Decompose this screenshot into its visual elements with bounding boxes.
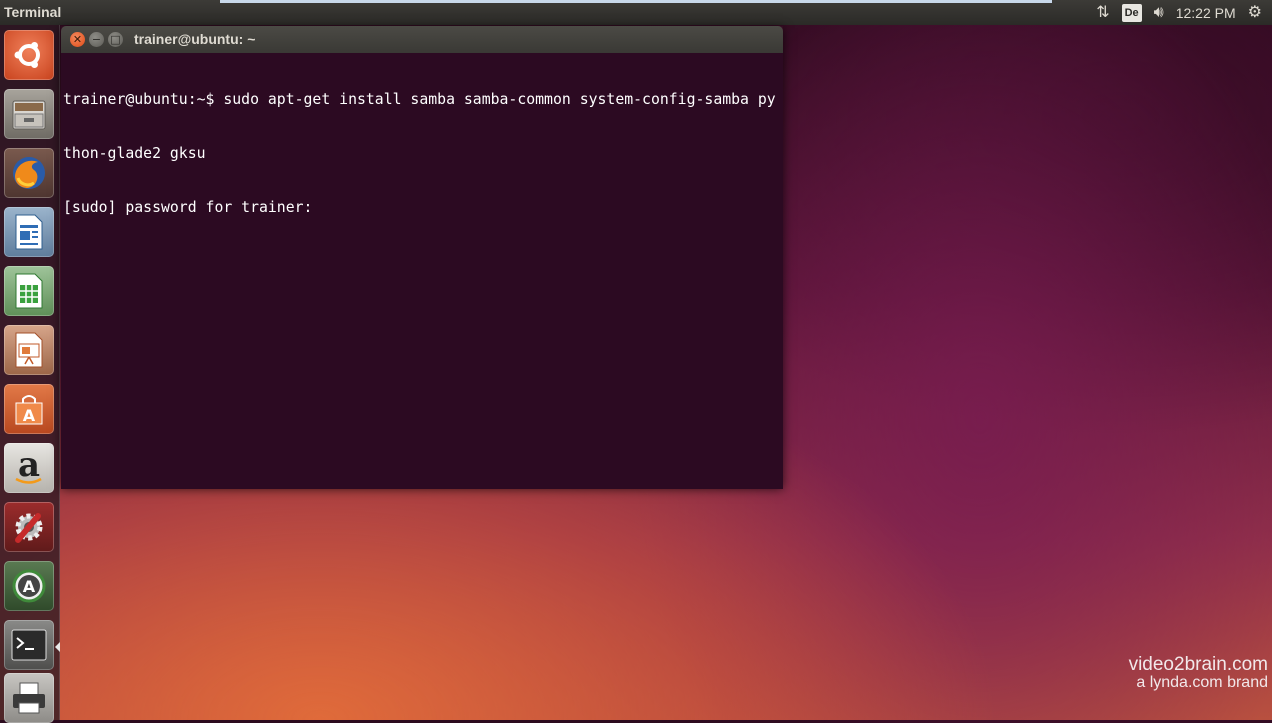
drawer-icon — [12, 100, 46, 130]
active-app-pip — [55, 642, 60, 652]
libreoffice-impress-icon[interactable] — [4, 325, 54, 375]
dash-ubuntu-icon[interactable] — [4, 30, 54, 80]
terminal-output[interactable]: trainer@ubuntu:~$ sudo apt-get install s… — [61, 53, 783, 489]
gear-icon[interactable]: ⚙ — [1248, 0, 1262, 25]
indicator-tray: ⇅ De 🔊︎ 12:22 PM ⚙ — [1096, 0, 1272, 25]
software-updater-icon[interactable]: A — [4, 561, 54, 611]
clock[interactable]: 12:22 PM — [1176, 5, 1236, 21]
terminal-line: thon-glade2 gksu — [63, 145, 206, 162]
impress-presentation-icon — [15, 332, 43, 368]
close-button[interactable]: ✕ — [70, 32, 85, 47]
firefox-icon[interactable] — [4, 148, 54, 198]
calc-spreadsheet-icon — [15, 273, 43, 309]
writer-document-icon — [15, 214, 43, 250]
terminal-screen-icon — [11, 629, 47, 661]
terminal-window: ✕ − □ trainer@ubuntu: ~ trainer@ubuntu:~… — [61, 26, 783, 489]
svg-text:A: A — [23, 577, 36, 596]
ubuntu-logo-icon — [14, 42, 40, 68]
printer-icon[interactable] — [4, 673, 54, 723]
files-icon[interactable] — [4, 89, 54, 139]
printer-shape-icon — [13, 682, 45, 714]
minimize-button[interactable]: − — [89, 32, 104, 47]
libreoffice-calc-icon[interactable] — [4, 266, 54, 316]
active-app-title[interactable]: Terminal — [4, 4, 61, 20]
terminal-titlebar[interactable]: ✕ − □ trainer@ubuntu: ~ — [61, 26, 783, 53]
terminal-title: trainer@ubuntu: ~ — [134, 31, 256, 47]
updater-circle-icon: A — [12, 569, 46, 603]
top-panel: Terminal ⇅ De 🔊︎ 12:22 PM ⚙ — [0, 0, 1272, 25]
keyboard-layout-icon[interactable]: De — [1121, 3, 1142, 22]
launcher: A a A — [0, 25, 60, 723]
system-settings-icon[interactable] — [4, 502, 54, 552]
settings-gear-wrench-icon — [15, 513, 43, 543]
terminal-icon[interactable] — [4, 620, 54, 670]
firefox-logo-icon — [13, 157, 45, 189]
network-arrows-icon[interactable]: ⇅ — [1096, 0, 1109, 25]
terminal-line: trainer@ubuntu:~$ sudo apt-get install s… — [63, 91, 776, 108]
libreoffice-writer-icon[interactable] — [4, 207, 54, 257]
shopping-bag-icon: A — [15, 395, 43, 425]
watermark-brand: video2brain.com — [1128, 654, 1268, 675]
top-highlight-bar — [220, 0, 1052, 3]
watermark: video2brain.com a lynda.com brand — [1129, 654, 1268, 692]
watermark-sub: a lynda.com brand — [1136, 674, 1268, 691]
maximize-button[interactable]: □ — [108, 32, 123, 47]
svg-text:A: A — [23, 406, 36, 425]
volume-icon[interactable]: 🔊︎ — [1154, 0, 1164, 25]
software-center-icon[interactable]: A — [4, 384, 54, 434]
amazon-smile-icon — [15, 477, 42, 484]
terminal-line: [sudo] password for trainer: — [63, 199, 322, 216]
amazon-icon[interactable]: a — [4, 443, 54, 493]
